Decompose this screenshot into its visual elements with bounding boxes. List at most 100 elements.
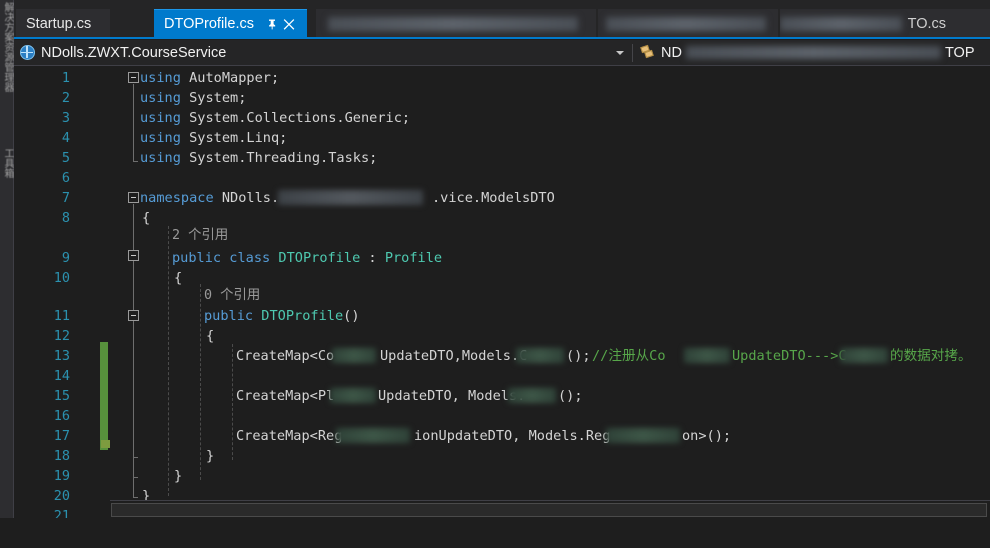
redaction-block bbox=[328, 16, 578, 31]
fold-toggle-constructor[interactable] bbox=[128, 310, 139, 321]
redaction-block bbox=[685, 46, 941, 59]
line-number: 6 bbox=[61, 170, 70, 186]
fold-guide bbox=[133, 322, 138, 458]
left-strip-label-solution-explorer[interactable]: 解决方案资源管理器 bbox=[0, 2, 14, 92]
fold-toggle-namespace[interactable] bbox=[128, 192, 139, 203]
keyword: using bbox=[140, 90, 181, 106]
comment-text: 的数据对拷。 bbox=[890, 348, 972, 364]
tab-label: DTOProfile.cs bbox=[164, 16, 254, 32]
line-number: 1 bbox=[61, 70, 70, 86]
fold-toggle-class[interactable] bbox=[128, 250, 139, 261]
fold-toggle-usings[interactable] bbox=[128, 72, 139, 83]
redaction-block bbox=[840, 348, 888, 363]
code-text: : bbox=[360, 250, 385, 266]
code-text: .vice.ModelsDTO bbox=[432, 190, 555, 206]
code-line-13-comment-b: UpdateDTO--->C bbox=[732, 346, 847, 366]
code-text: UpdateDTO,Models.C bbox=[380, 348, 528, 364]
code-text: (); bbox=[558, 388, 583, 404]
left-tool-strip: 解决方案资源管理器 工具箱 bbox=[0, 0, 14, 548]
line-number: 3 bbox=[61, 110, 70, 126]
code-line-17-part-a: CreateMap<Reg bbox=[236, 426, 342, 446]
keyword: public class bbox=[172, 250, 279, 266]
code-text: { bbox=[174, 270, 183, 286]
redaction-block bbox=[780, 16, 902, 31]
code-text: CreateMap<Reg bbox=[236, 428, 343, 444]
code-line-13-part-c: (); bbox=[566, 346, 591, 366]
code-text: on>(); bbox=[682, 428, 732, 444]
navigation-breadcrumb-bar: NDolls.ZWXT.CourseService ND TOP bbox=[14, 40, 990, 66]
code-line-13-comment-a: //注册从Co bbox=[592, 346, 666, 366]
redaction-block bbox=[336, 428, 410, 443]
breadcrumb-project-selector[interactable]: NDolls.ZWXT.CourseService bbox=[14, 40, 610, 66]
horizontal-scrollbar-track[interactable] bbox=[110, 500, 990, 518]
tab-redacted-3[interactable]: TO.cs bbox=[780, 9, 990, 38]
pin-icon[interactable] bbox=[265, 17, 280, 32]
indent-guide bbox=[168, 226, 169, 496]
tab-dtoprofile-cs[interactable]: DTOProfile.cs bbox=[154, 9, 307, 38]
line-number: 12 bbox=[53, 328, 70, 344]
code-text: CreateMap<Pl bbox=[236, 388, 335, 404]
tab-startup-cs[interactable]: Startup.cs bbox=[16, 9, 111, 38]
code-text: UpdateDTO, Models. bbox=[378, 388, 526, 404]
codelens-text: 0 个引用 bbox=[204, 288, 261, 303]
line-number: 2 bbox=[61, 90, 70, 106]
indent-guide bbox=[232, 344, 233, 460]
method-icon bbox=[640, 44, 656, 59]
type-name: DTOProfile bbox=[278, 250, 361, 266]
code-text: System.Threading.Tasks; bbox=[180, 150, 378, 166]
editor-tab-bar: Startup.cs DTOProfile.cs TO.cs bbox=[14, 0, 990, 39]
line-number: 9 bbox=[61, 250, 70, 266]
tab-redacted-2[interactable] bbox=[598, 9, 778, 38]
code-line-4: using System.Linq; bbox=[140, 128, 287, 148]
code-line-17-part-b: ionUpdateDTO, Models.Reg bbox=[414, 426, 610, 446]
code-text: (); bbox=[566, 348, 591, 364]
comment-text: //注册从Co bbox=[592, 348, 666, 364]
code-line-13-part-a: CreateMap<Co bbox=[236, 346, 334, 366]
code-line-10: { bbox=[174, 268, 182, 288]
close-icon[interactable] bbox=[282, 17, 297, 32]
left-strip-label-toolbox[interactable]: 工具箱 bbox=[0, 148, 14, 178]
line-number: 17 bbox=[53, 428, 70, 444]
redaction-block bbox=[606, 428, 680, 443]
redaction-block bbox=[508, 388, 556, 403]
line-number: 11 bbox=[53, 308, 70, 324]
horizontal-scrollbar-thumb[interactable] bbox=[111, 503, 987, 517]
keyword: using bbox=[140, 130, 181, 146]
chevron-down-icon[interactable] bbox=[616, 50, 624, 55]
visual-studio-editor-window: 解决方案资源管理器 工具箱 Startup.cs DTOProfile.cs T… bbox=[0, 0, 990, 548]
code-line-19: } bbox=[174, 466, 182, 486]
code-text: { bbox=[142, 210, 151, 226]
code-editor[interactable]: 1 2 3 4 5 6 7 8 9 10 11 12 13 14 15 16 1… bbox=[14, 66, 990, 548]
tab-redacted-1[interactable] bbox=[316, 9, 596, 38]
code-text: ionUpdateDTO, Models.Reg bbox=[414, 428, 611, 444]
change-indicator-bar bbox=[100, 342, 108, 450]
line-number-gutter: 1 2 3 4 5 6 7 8 9 10 11 12 13 14 15 16 1… bbox=[34, 66, 74, 548]
code-line-12: { bbox=[206, 326, 214, 346]
keyword: using bbox=[140, 110, 181, 126]
breadcrumb-member-selector[interactable]: ND TOP bbox=[635, 40, 990, 66]
code-text: } bbox=[206, 448, 215, 464]
code-line-15-part-c: (); bbox=[558, 386, 583, 406]
line-number: 15 bbox=[53, 388, 70, 404]
line-number: 18 bbox=[53, 448, 70, 464]
code-text: () bbox=[343, 308, 360, 324]
keyword: namespace bbox=[140, 190, 214, 206]
code-content[interactable]: using AutoMapper; using System; using Sy… bbox=[110, 66, 990, 548]
code-line-8: { bbox=[142, 208, 150, 228]
codelens-ctor-references[interactable]: 0 个引用 bbox=[204, 286, 260, 306]
fold-guide bbox=[133, 84, 138, 162]
indicator-margin[interactable] bbox=[14, 66, 34, 548]
redaction-block bbox=[516, 348, 564, 363]
comment-text: UpdateDTO--->C bbox=[732, 348, 847, 364]
line-number: 14 bbox=[53, 368, 70, 384]
editor-bottom-filler bbox=[0, 518, 990, 548]
tab-label: Startup.cs bbox=[26, 15, 92, 32]
codelens-class-references[interactable]: 2 个引用 bbox=[172, 226, 228, 246]
bookmark-indicator[interactable] bbox=[101, 440, 110, 448]
keyword: public bbox=[204, 308, 262, 324]
keyword: using bbox=[140, 70, 181, 86]
code-text: CreateMap<Co bbox=[236, 348, 335, 364]
globe-icon bbox=[20, 45, 35, 60]
code-text: System.Collections.Generic; bbox=[180, 110, 411, 126]
code-line-7: namespace NDolls. bbox=[140, 188, 279, 208]
